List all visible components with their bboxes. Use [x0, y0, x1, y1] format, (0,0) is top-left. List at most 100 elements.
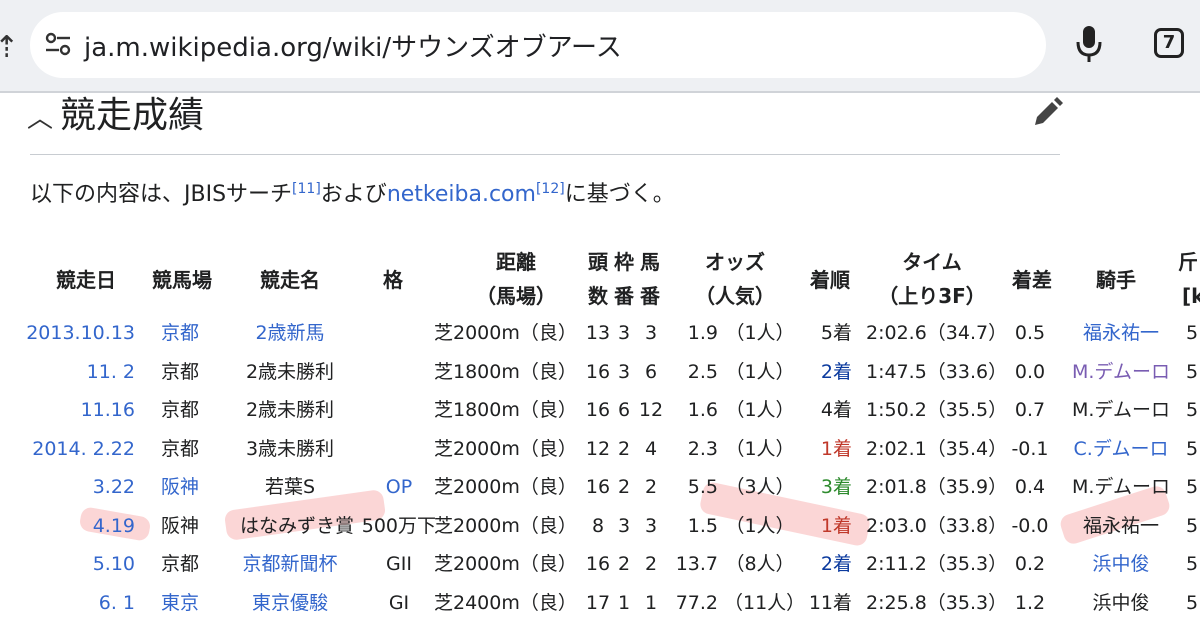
cell-date[interactable]: 3.22 — [20, 475, 135, 499]
cell-horse-number: 1 — [644, 591, 658, 614]
cell-time: 2:25.8（35.3） — [866, 591, 1008, 614]
cell-weight: 5 — [1186, 360, 1199, 383]
cell-jockey: M.デムーロ — [1071, 399, 1171, 421]
cell-field-size: 16 — [585, 399, 611, 421]
cell-time: 2:02.6（34.7） — [866, 322, 1008, 344]
cell-margin: 0.2 — [1014, 553, 1046, 575]
cell-weight: 5 — [1186, 591, 1199, 614]
microphone-icon[interactable] — [1074, 24, 1104, 64]
cell-grade[interactable]: OP — [364, 475, 434, 499]
cell-odds: 1.9 — [687, 322, 718, 344]
cell-distance: 芝2400m（良） — [434, 591, 577, 614]
address-bar[interactable]: ja.m.wikipedia.org/wiki/サウンズオブアース — [30, 12, 1046, 78]
cell-track: 阪神 — [160, 514, 199, 537]
header-popularity: （人気） — [695, 284, 775, 308]
cell-date[interactable]: 2014. 2.22 — [20, 437, 135, 461]
cell-time: 2:02.1（35.4） — [866, 437, 1008, 460]
cell-race[interactable]: 2歳新馬 — [222, 321, 358, 345]
cell-date[interactable]: 11.16 — [20, 398, 135, 422]
cell-finish: 3着 — [820, 476, 852, 498]
cell-track: 京都 — [160, 553, 199, 575]
cell-date[interactable]: 6. 1 — [20, 591, 135, 615]
cell-frame: 3 — [617, 514, 631, 537]
cell-jockey[interactable]: 福永祐一 — [1062, 321, 1180, 345]
cell-horse-number: 3 — [644, 514, 658, 537]
cell-track: 京都 — [160, 399, 199, 421]
section-heading[interactable]: 競走成績 — [60, 86, 204, 138]
cell-finish: 2着 — [820, 553, 852, 575]
cell-distance: 芝1800m（良） — [434, 360, 577, 383]
browser-toolbar: ⇡ ja.m.wikipedia.org/wiki/サウンズオブアース 7 — [0, 0, 1200, 92]
ref-12-link[interactable]: [12] — [536, 181, 565, 197]
cell-horse-number: 2 — [644, 553, 658, 575]
cell-jockey[interactable]: M.デムーロ — [1062, 360, 1180, 384]
cell-odds: 2.5 — [687, 360, 718, 383]
intro-suffix: に基づく。 — [564, 182, 675, 207]
header-field-2: 数 — [588, 284, 608, 308]
netkeiba-link[interactable]: netkeiba.com — [387, 182, 536, 207]
header-surface: （馬場） — [476, 284, 556, 308]
cell-weight: 5 — [1186, 437, 1199, 460]
section-divider — [30, 154, 1060, 155]
cell-race: 2歳未勝利 — [245, 399, 335, 421]
cell-date[interactable]: 5.10 — [20, 552, 135, 576]
cell-frame: 2 — [617, 553, 631, 575]
site-settings-icon[interactable] — [44, 30, 72, 58]
cell-frame: 6 — [617, 399, 631, 421]
cell-distance: 芝2000m（良） — [434, 514, 577, 537]
cell-horse-number: 3 — [644, 322, 658, 344]
header-distance: 距離 — [496, 250, 536, 274]
cell-jockey[interactable]: C.デムーロ — [1062, 437, 1180, 461]
cell-frame: 3 — [617, 360, 631, 383]
cell-date[interactable]: 11. 2 — [20, 360, 135, 384]
cell-field-size: 16 — [585, 553, 611, 575]
cell-popularity: （1人） — [725, 399, 795, 421]
cell-finish: 1着 — [820, 437, 852, 460]
cell-margin: 1.2 — [1014, 591, 1046, 614]
cell-race[interactable]: 京都新聞杯 — [222, 552, 358, 576]
cell-popularity: （3人） — [725, 476, 795, 498]
cell-field-size: 16 — [585, 476, 611, 498]
cell-odds: 1.6 — [687, 399, 718, 421]
back-arrow-icon[interactable]: ⇡ — [0, 30, 19, 65]
intro-mid: および — [320, 182, 387, 207]
cell-race: 若葉S — [264, 476, 316, 498]
cell-horse-number: 2 — [644, 476, 658, 498]
cell-date[interactable]: 4.19 — [20, 514, 135, 538]
cell-popularity: （1人） — [725, 514, 795, 537]
header-finish: 着順 — [810, 268, 850, 292]
header-odds: オッズ — [705, 250, 765, 274]
ref-11-link[interactable]: [11] — [292, 181, 321, 197]
cell-margin: -0.0 — [1011, 514, 1049, 537]
url-text[interactable]: ja.m.wikipedia.org/wiki/サウンズオブアース — [84, 27, 622, 64]
cell-odds: 2.3 — [687, 437, 718, 460]
cell-finish: 2着 — [820, 360, 852, 383]
edit-pencil-icon[interactable] — [1030, 96, 1064, 130]
tab-switcher-button[interactable]: 7 — [1154, 28, 1184, 58]
cell-track: 京都 — [160, 437, 199, 460]
cell-margin: 0.4 — [1014, 476, 1046, 498]
cell-odds: 5.5 — [687, 476, 718, 498]
cell-distance: 芝2000m（良） — [434, 322, 577, 344]
cell-track[interactable]: 京都 — [150, 321, 210, 345]
cell-track[interactable]: 東京 — [150, 591, 210, 615]
cell-race[interactable]: 東京優駿 — [222, 591, 358, 615]
cell-popularity: （1人） — [725, 322, 795, 344]
cell-date[interactable]: 2013.10.13 — [20, 321, 135, 345]
cell-jockey: 浜中俊 — [1092, 591, 1150, 614]
header-field-1: 頭 — [588, 250, 608, 274]
chevron-up-icon[interactable]: ︿ — [27, 98, 53, 135]
cell-weight: 5 — [1186, 399, 1199, 421]
cell-time: 2:11.2（35.3） — [866, 553, 1008, 575]
cell-frame: 1 — [617, 591, 631, 614]
cell-odds: 13.7 — [675, 553, 718, 575]
header-last3f: （上り3F） — [878, 284, 986, 308]
header-horse-1: 馬 — [640, 250, 660, 274]
cell-jockey[interactable]: 浜中俊 — [1062, 552, 1180, 576]
header-date: 競走日 — [56, 268, 116, 292]
cell-weight: 5 — [1186, 514, 1199, 537]
cell-margin: 0.5 — [1014, 322, 1046, 344]
cell-track[interactable]: 阪神 — [150, 475, 210, 499]
cell-odds: 77.2 — [675, 591, 718, 614]
cell-jockey: 福永祐一 — [1082, 514, 1159, 537]
